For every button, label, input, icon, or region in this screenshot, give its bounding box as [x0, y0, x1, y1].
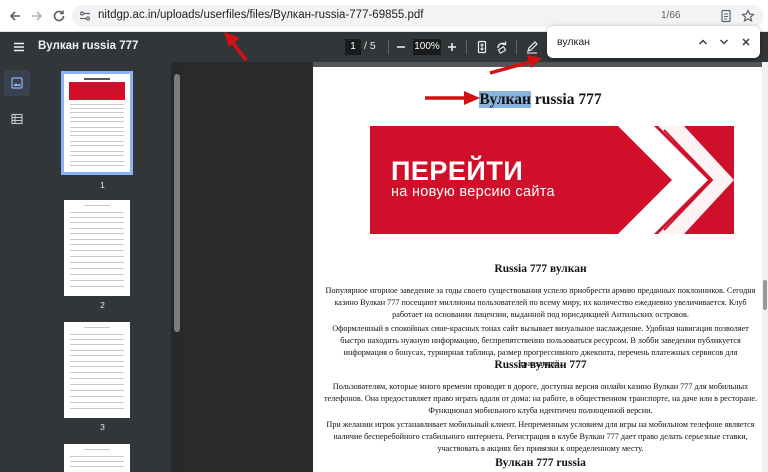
toolbar-divider	[516, 40, 517, 54]
bookmark-star-icon[interactable]	[740, 8, 756, 24]
forward-icon[interactable]	[28, 7, 46, 25]
scrollbar-thumb[interactable]	[763, 280, 767, 310]
page-number-input[interactable]: 1	[345, 39, 361, 55]
zoom-input[interactable]: 100%	[413, 39, 441, 55]
thumbnail-number: 3	[100, 422, 105, 432]
paragraph: Пользователям, которые много времени про…	[323, 382, 758, 415]
paragraph: При желании игрок устанавливает мобильны…	[326, 420, 755, 453]
reading-mode-icon[interactable]	[718, 8, 734, 24]
banner-sub-text: на новую версию сайта	[391, 184, 555, 200]
thumbnails-tab-button[interactable]	[4, 70, 30, 96]
rotate-icon[interactable]	[494, 39, 510, 55]
viewer-background	[183, 62, 313, 472]
section-heading: Вулкан 777 russia	[495, 457, 586, 469]
page-heading-rest: russia 777	[530, 91, 602, 108]
back-icon[interactable]	[6, 7, 24, 25]
thumbnail-pane: 1 2 3	[34, 62, 171, 472]
reload-icon[interactable]	[50, 7, 68, 25]
document-scrollbar[interactable]	[762, 62, 768, 472]
toolbar-divider	[388, 40, 389, 54]
document-viewer: Вулкан russia 777 ПЕРЕЙТИ на новую верси…	[183, 62, 768, 472]
page-heading: Вулкан russia 777	[313, 91, 768, 109]
url-host: nitdgp.ac.in	[98, 9, 157, 21]
fit-page-icon[interactable]	[474, 39, 490, 55]
paragraph: Популярное игорное заведение за годы сво…	[325, 286, 756, 319]
find-close-icon[interactable]	[738, 34, 754, 50]
zoom-out-icon[interactable]	[393, 39, 409, 55]
table-icon	[11, 113, 23, 125]
scrollbar-thumb[interactable]	[174, 74, 180, 332]
page-thumbnail[interactable]	[64, 322, 130, 418]
thumbnail-number: 2	[100, 300, 105, 310]
url-text[interactable]: nitdgp.ac.in/uploads/userfiles/files/Вул…	[98, 9, 423, 21]
thumb-banner	[69, 82, 125, 100]
image-icon	[11, 77, 23, 89]
outline-tab-button[interactable]	[4, 106, 30, 132]
url-path: /uploads/userfiles/files/Вулкан-russia-7…	[156, 9, 424, 21]
promo-banner[interactable]: ПЕРЕЙТИ на новую версию сайта	[370, 126, 734, 234]
toolbar-divider	[466, 40, 467, 54]
find-next-icon[interactable]	[716, 34, 732, 50]
document-title: Вулкан russia 777	[38, 40, 139, 52]
find-previous-icon[interactable]	[695, 34, 711, 50]
page-total: / 5	[364, 40, 376, 52]
pdf-page: Вулкан russia 777 ПЕРЕЙТИ на новую верси…	[313, 67, 768, 472]
zoom-in-icon[interactable]	[444, 39, 460, 55]
find-match-count: 1/66	[661, 10, 681, 21]
banner-main-text: ПЕРЕЙТИ	[391, 156, 524, 186]
page-thumbnail[interactable]	[61, 71, 133, 175]
section-heading: Russia вулкан 777	[494, 359, 587, 371]
page-thumbnail[interactable]	[64, 200, 130, 296]
page-thumbnail[interactable]	[64, 444, 130, 472]
search-highlight: Вулкан	[479, 91, 531, 108]
thumb-title-line	[84, 78, 110, 80]
thumbnail-scrollbar[interactable]	[171, 62, 183, 472]
menu-icon[interactable]	[12, 40, 26, 54]
site-info-icon[interactable]	[78, 9, 92, 23]
sidebar-rail	[0, 62, 34, 472]
thumbnail-number: 1	[100, 180, 105, 190]
find-input[interactable]: вулкан	[557, 36, 590, 48]
section-heading: Russia 777 вулкан	[494, 263, 587, 275]
annotate-icon[interactable]	[524, 39, 540, 55]
